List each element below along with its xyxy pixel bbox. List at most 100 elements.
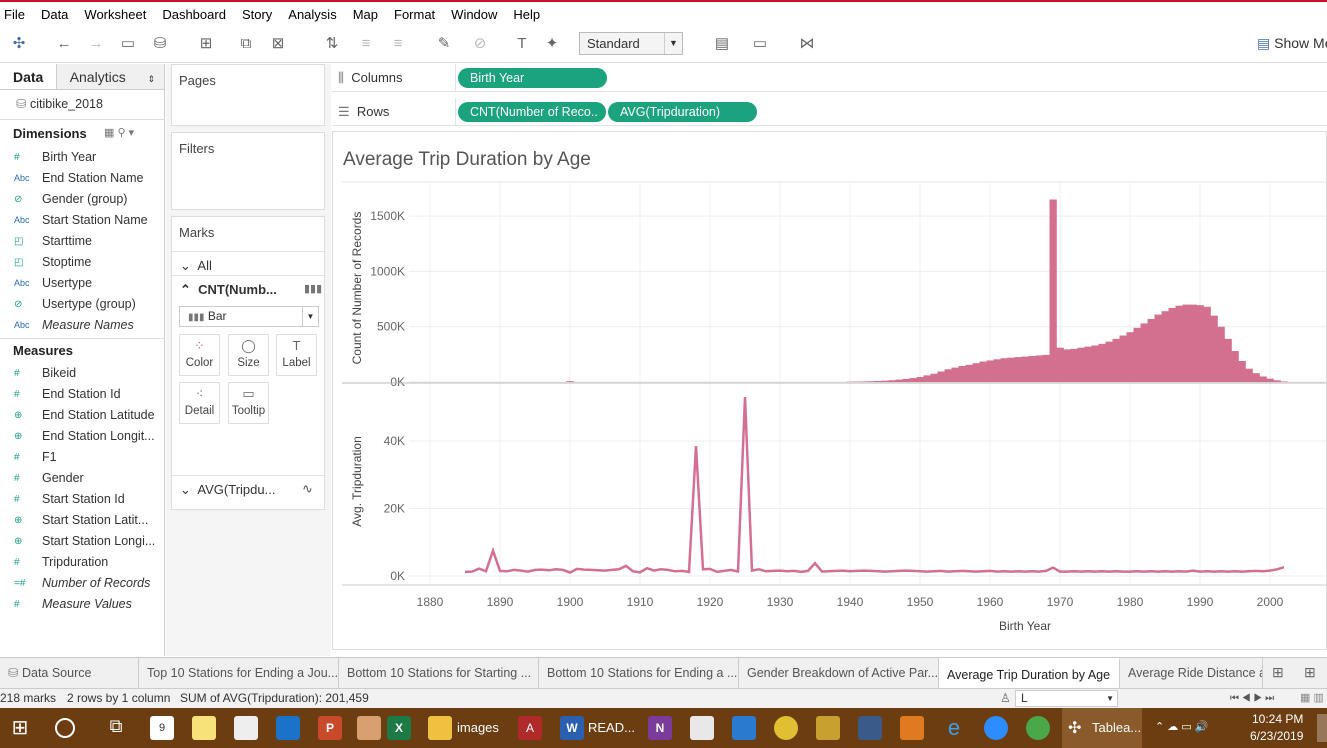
menu-analysis[interactable]: Analysis: [288, 7, 336, 22]
user-dropdown[interactable]: L ▼: [1015, 690, 1118, 707]
mail-icon[interactable]: [276, 716, 300, 740]
git-icon[interactable]: [816, 716, 840, 740]
undo-icon[interactable]: ←: [54, 35, 74, 53]
onenote-icon[interactable]: N: [648, 716, 672, 740]
field-item[interactable]: Abc Start Station Name: [0, 210, 165, 231]
field-item[interactable]: Abc Measure Names: [0, 315, 165, 336]
field-item[interactable]: ⊕ End Station Longit...: [0, 426, 165, 447]
menu-worksheet[interactable]: Worksheet: [84, 7, 146, 22]
field-item[interactable]: Abc Usertype: [0, 273, 165, 294]
menu-dashboard[interactable]: Dashboard: [162, 7, 226, 22]
menu-data[interactable]: Data: [41, 7, 68, 22]
field-item[interactable]: # Birth Year: [0, 147, 165, 168]
sheet-tab[interactable]: Gender Breakdown of Active Par...: [739, 658, 939, 688]
menu-story[interactable]: Story: [242, 7, 272, 22]
task-view-icon[interactable]: ⧉: [104, 716, 128, 740]
field-item[interactable]: # Gender: [0, 468, 165, 489]
calendar-icon[interactable]: 9: [150, 716, 174, 740]
field-item[interactable]: Abc End Station Name: [0, 168, 165, 189]
detail-button[interactable]: ⁖ Detail: [179, 382, 220, 424]
sheet-tab[interactable]: Top 10 Stations for Ending a Jou...: [139, 658, 339, 688]
new-datasource-icon[interactable]: ⛁: [150, 35, 170, 53]
fit-dropdown[interactable]: Standard ▼: [579, 32, 683, 55]
clear-sheet-icon[interactable]: ⊠: [268, 35, 288, 53]
menu-map[interactable]: Map: [353, 7, 378, 22]
cnt-records-pill[interactable]: CNT(Number of Reco..: [458, 102, 606, 122]
field-item[interactable]: # Measure Values: [0, 594, 165, 615]
pages-card[interactable]: Pages: [171, 64, 325, 126]
notepad-icon[interactable]: [234, 716, 258, 740]
mysql-icon[interactable]: [858, 716, 882, 740]
sublime-icon[interactable]: [900, 716, 924, 740]
view-mode-icon[interactable]: ▦ ▥: [1300, 689, 1324, 708]
tableau-taskbar-item[interactable]: ✣ Tablea...: [1062, 708, 1142, 748]
marks-cnt-row[interactable]: ⌃ CNT(Numb... ▮▮▮: [172, 275, 324, 299]
field-item[interactable]: ⊘ Usertype (group): [0, 294, 165, 315]
zoom-icon[interactable]: [984, 716, 1008, 740]
tab-data-source[interactable]: ⛁ Data Source: [0, 658, 139, 688]
highlight-icon[interactable]: ✎: [434, 35, 454, 53]
field-item[interactable]: ◰ Starttime: [0, 231, 165, 252]
new-sheet-icon[interactable]: ⊞: [1272, 664, 1284, 681]
duplicate-sheet-icon[interactable]: ⧉: [236, 35, 256, 53]
sheet-tab[interactable]: Average Ride Distance a: [1120, 658, 1263, 688]
sheet-tab[interactable]: Bottom 10 Stations for Ending a ...: [539, 658, 739, 688]
birth-year-pill[interactable]: Birth Year: [458, 68, 607, 88]
menu-help[interactable]: Help: [513, 7, 540, 22]
menu-format[interactable]: Format: [394, 7, 435, 22]
windows-start-icon[interactable]: ⊞: [8, 716, 32, 740]
labels-icon[interactable]: T: [512, 35, 532, 53]
field-item[interactable]: # Bikeid: [0, 363, 165, 384]
sort-asc-icon[interactable]: ≡: [356, 35, 376, 53]
datasource-item[interactable]: ⛁ citibike_2018: [16, 96, 103, 111]
rows-shelf[interactable]: ☰ Rows CNT(Number of Reco.. AVG(Tripdura…: [332, 98, 1327, 126]
mongodb-icon[interactable]: [1026, 716, 1050, 740]
show-cards-icon[interactable]: ▤: [712, 35, 732, 53]
new-dashboard-icon[interactable]: ⊞: [1304, 664, 1316, 681]
excel-icon[interactable]: X: [387, 716, 411, 740]
sheet-tab-active[interactable]: Average Trip Duration by Age: [939, 658, 1120, 688]
field-item[interactable]: # F1: [0, 447, 165, 468]
mark-type-dropdown[interactable]: ▮▮▮ Bar ▼: [179, 306, 319, 327]
paint-icon[interactable]: [357, 716, 381, 740]
field-item[interactable]: # Start Station Id: [0, 489, 165, 510]
redo-icon[interactable]: →: [86, 35, 106, 53]
field-item[interactable]: ⊕ End Station Latitude: [0, 405, 165, 426]
dimensions-tools-icon[interactable]: ▦ ⚲ ▾: [104, 126, 134, 139]
slack-icon[interactable]: [690, 716, 714, 740]
size-button[interactable]: ◯ Size: [228, 334, 269, 376]
field-item[interactable]: =# Number of Records: [0, 573, 165, 594]
field-item[interactable]: ◰ Stoptime: [0, 252, 165, 273]
word-icon[interactable]: W: [560, 716, 584, 740]
tab-analytics[interactable]: Analytics ⇕: [56, 64, 164, 89]
tableau-logo-icon[interactable]: ✣: [9, 35, 29, 53]
save-icon[interactable]: ▭: [118, 35, 138, 53]
marks-all-row[interactable]: ⌄ All: [172, 251, 324, 273]
notifications-icon[interactable]: [1317, 714, 1327, 742]
new-worksheet-icon[interactable]: ⊞: [196, 35, 216, 53]
field-item[interactable]: # End Station Id: [0, 384, 165, 405]
marks-avg-row[interactable]: ⌄ AVG(Tripdu... ∿: [172, 475, 324, 499]
filters-card[interactable]: Filters: [171, 132, 325, 210]
field-item[interactable]: ⊘ Gender (group): [0, 189, 165, 210]
sort-desc-icon[interactable]: ≡: [388, 35, 408, 53]
columns-shelf[interactable]: ⫼ Columns Birth Year: [332, 64, 1327, 92]
chrome-icon[interactable]: [774, 716, 798, 740]
access-icon[interactable]: A: [518, 716, 542, 740]
field-item[interactable]: ⊕ Start Station Longi...: [0, 531, 165, 552]
sheet-tab[interactable]: Bottom 10 Stations for Starting ...: [339, 658, 539, 688]
swap-icon[interactable]: ⇅: [322, 35, 342, 53]
folder-icon[interactable]: [428, 716, 452, 740]
sheet-nav-icons[interactable]: ⏮ ◀ ▶ ⏭: [1230, 689, 1274, 708]
color-button[interactable]: ⁘ Color: [179, 334, 220, 376]
powerpoint-icon[interactable]: P: [318, 716, 342, 740]
show-me-button[interactable]: ▤ Show Me: [1257, 35, 1327, 52]
cortana-icon[interactable]: [55, 718, 75, 738]
share-icon[interactable]: ⋈: [797, 35, 817, 53]
pin-icon[interactable]: ✦: [542, 35, 562, 53]
field-item[interactable]: # Tripduration: [0, 552, 165, 573]
vscode-icon[interactable]: [732, 716, 756, 740]
sticky-notes-icon[interactable]: [192, 716, 216, 740]
menu-file[interactable]: File: [4, 7, 25, 22]
menu-window[interactable]: Window: [451, 7, 497, 22]
